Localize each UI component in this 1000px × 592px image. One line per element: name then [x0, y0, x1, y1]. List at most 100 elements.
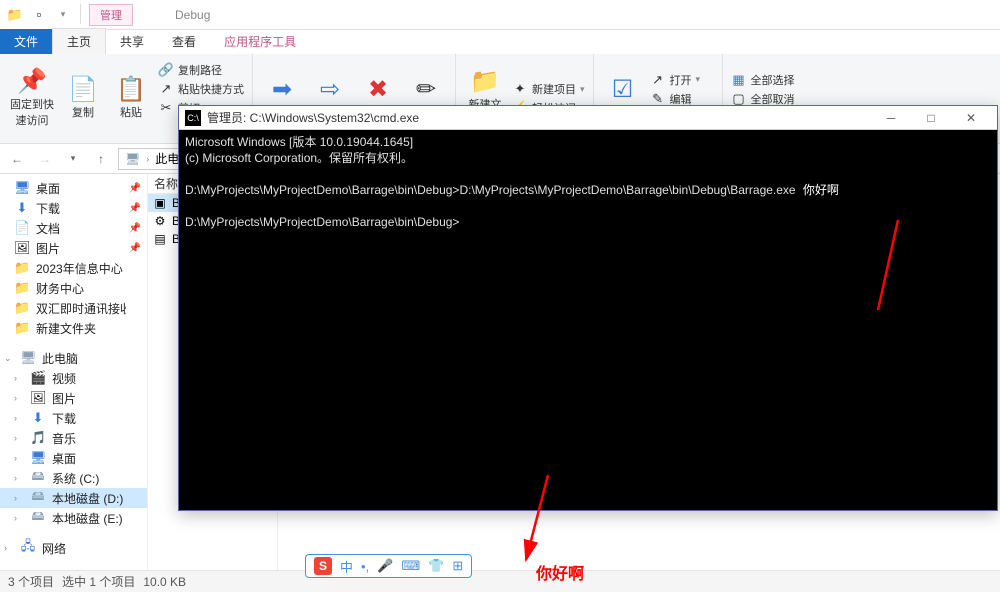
ime-skin-icon[interactable]: 👕	[428, 558, 444, 574]
rename-icon: ✏	[416, 78, 436, 102]
cmd-title-text: 管理员: C:\Windows\System32\cmd.exe	[207, 109, 419, 126]
nav-dropdown-icon[interactable]: ▾	[62, 148, 84, 170]
cmd-output[interactable]: Microsoft Windows [版本 10.0.19044.1645] (…	[179, 130, 997, 510]
exe-icon: ▣	[152, 196, 168, 210]
cmd-prompt: D:\MyProjects\MyProjectDemo\Barrage\bin\…	[185, 215, 459, 229]
desktop-icon: 🖥	[30, 450, 46, 466]
contextual-tab-header: 管理	[89, 4, 133, 26]
nav-forward-button[interactable]: →	[34, 148, 56, 170]
status-size: 10.0 KB	[143, 575, 186, 589]
cmd-icon: C:\	[185, 110, 201, 126]
tree-downloads[interactable]: ⬇下载📌	[0, 198, 147, 218]
props-icon: ☑	[612, 78, 634, 102]
music-icon: 🎵	[30, 430, 46, 446]
tree-label: 财务中心	[36, 280, 84, 297]
tree-documents[interactable]: 📄文档📌	[0, 218, 147, 238]
ime-voice-icon[interactable]: 🎤	[377, 558, 393, 574]
status-item-count: 3 个项目	[8, 573, 54, 590]
paste-label: 粘贴	[120, 104, 142, 120]
copy-button[interactable]: 📄 复制	[62, 58, 104, 139]
pin-icon: 📌	[129, 243, 141, 254]
window-buttons: ─ □ ✕	[871, 106, 991, 130]
tree-desktop2[interactable]: ›🖥桌面	[0, 448, 147, 468]
ribbon-tabs: 文件 主页 共享 查看 应用程序工具	[0, 30, 1000, 54]
tree-folder[interactable]: 📁 2023年信息中心	[0, 258, 147, 278]
tree-folder[interactable]: 📁新建文件夹	[0, 318, 147, 338]
close-button[interactable]: ✕	[951, 106, 991, 130]
chevron-icon: ›	[14, 493, 24, 503]
copy-path-label: 复制路径	[178, 62, 222, 78]
chevron-icon: ›	[14, 433, 24, 443]
tree-label: 2023年信息中心	[36, 260, 123, 277]
delete-icon: ✖	[368, 78, 388, 102]
ime-keyboard-icon[interactable]: ⌨	[401, 558, 420, 574]
new-item-button[interactable]: ✦新建项目▾	[512, 81, 585, 97]
ime-menu-icon[interactable]: ⊞	[452, 558, 463, 574]
chevron-down-icon: ⌄	[4, 353, 14, 364]
tree-edrive[interactable]: ›🖴本地磁盘 (E:)	[0, 508, 147, 528]
nav-tree[interactable]: 🖥桌面📌 ⬇下载📌 📄文档📌 🖼图片📌 📁2023年信息中心 📁财务中心 📁双汇…	[0, 174, 148, 570]
paste-button[interactable]: 📋 粘贴	[110, 58, 152, 139]
chevron-icon: ›	[14, 393, 24, 403]
open-button[interactable]: ↗打开▾	[650, 72, 714, 88]
tree-label: 下载	[36, 200, 60, 217]
tree-label: 此电脑	[42, 350, 78, 367]
ime-lang[interactable]: 中	[340, 557, 353, 576]
tree-folder[interactable]: 📁双汇即时通讯接收	[0, 298, 147, 318]
sogou-logo-icon[interactable]: S	[314, 557, 332, 575]
folder-icon: 📁	[14, 320, 30, 336]
path-icon: 🔗	[158, 62, 174, 78]
copy-path-button[interactable]: 🔗复制路径	[158, 62, 244, 78]
cmd-window[interactable]: C:\ 管理员: C:\Windows\System32\cmd.exe ─ □…	[178, 105, 998, 511]
tree-folder[interactable]: 📁财务中心	[0, 278, 147, 298]
quick-access-toolbar: 📁 ▫ ▾	[0, 4, 89, 26]
open-label: 打开	[670, 72, 692, 88]
folder-icon[interactable]: 📁	[4, 4, 26, 26]
tree-pictures2[interactable]: ›🖼图片	[0, 388, 147, 408]
ime-punct-icon[interactable]: •,	[361, 559, 369, 574]
pc-icon: 🖥	[125, 152, 140, 166]
download-icon: ⬇	[14, 200, 30, 216]
cmd-argument: 你好啊	[803, 183, 839, 197]
chevron-icon: ›	[4, 543, 14, 553]
folder-icon: 📁	[14, 260, 30, 276]
nav-back-button[interactable]: ←	[6, 148, 28, 170]
tree-pictures[interactable]: 🖼图片📌	[0, 238, 147, 258]
tree-music[interactable]: › 🎵 音乐	[0, 428, 147, 448]
desktop-icon: 🖥	[14, 180, 30, 196]
tree-desktop[interactable]: 🖥桌面📌	[0, 178, 147, 198]
minimize-button[interactable]: ─	[871, 106, 911, 130]
tree-label: 双汇即时通讯接收	[36, 300, 126, 317]
tree-label: 音乐	[52, 430, 76, 447]
tab-home[interactable]: 主页	[52, 28, 106, 54]
cmd-titlebar[interactable]: C:\ 管理员: C:\Windows\System32\cmd.exe ─ □…	[179, 106, 997, 130]
nav-up-button[interactable]: ↑	[90, 148, 112, 170]
paste-icon: 📋	[116, 78, 146, 102]
tree-network[interactable]: ›🖧网络	[0, 538, 147, 558]
selall-icon: ▦	[731, 72, 747, 88]
qat-item[interactable]: ▫	[28, 4, 50, 26]
qat-dropdown-icon[interactable]: ▾	[52, 4, 74, 26]
tab-app-tools[interactable]: 应用程序工具	[210, 29, 310, 54]
tree-ddrive[interactable]: ›🖴本地磁盘 (D:)	[0, 488, 147, 508]
cmd-line: Microsoft Windows [版本 10.0.19044.1645]	[185, 135, 413, 149]
copy-label: 复制	[72, 104, 94, 120]
ime-toolbar[interactable]: S 中 •, 🎤 ⌨ 👕 ⊞	[305, 554, 472, 578]
open-icon: ↗	[650, 72, 666, 88]
paste-shortcut-button[interactable]: ↗粘贴快捷方式	[158, 81, 244, 97]
chevron-icon: ›	[14, 473, 24, 483]
tree-cdrive[interactable]: ›🖴系统 (C:)	[0, 468, 147, 488]
tab-file[interactable]: 文件	[0, 29, 52, 54]
tree-downloads2[interactable]: ›⬇下载	[0, 408, 147, 428]
tree-label: 系统 (C:)	[52, 470, 99, 487]
tree-videos[interactable]: ›🎬视频	[0, 368, 147, 388]
cmd-line: (c) Microsoft Corporation。保留所有权利。	[185, 151, 413, 165]
maximize-button[interactable]: □	[911, 106, 951, 130]
tree-this-pc[interactable]: ⌄🖥此电脑	[0, 348, 147, 368]
tab-share[interactable]: 共享	[106, 29, 158, 54]
select-all-button[interactable]: ▦全部选择	[731, 72, 795, 88]
tree-label: 网络	[42, 540, 66, 557]
config-icon: ⚙	[152, 214, 168, 228]
pin-quick-access-button[interactable]: 📌 固定到快速访问	[8, 58, 56, 139]
tab-view[interactable]: 查看	[158, 29, 210, 54]
